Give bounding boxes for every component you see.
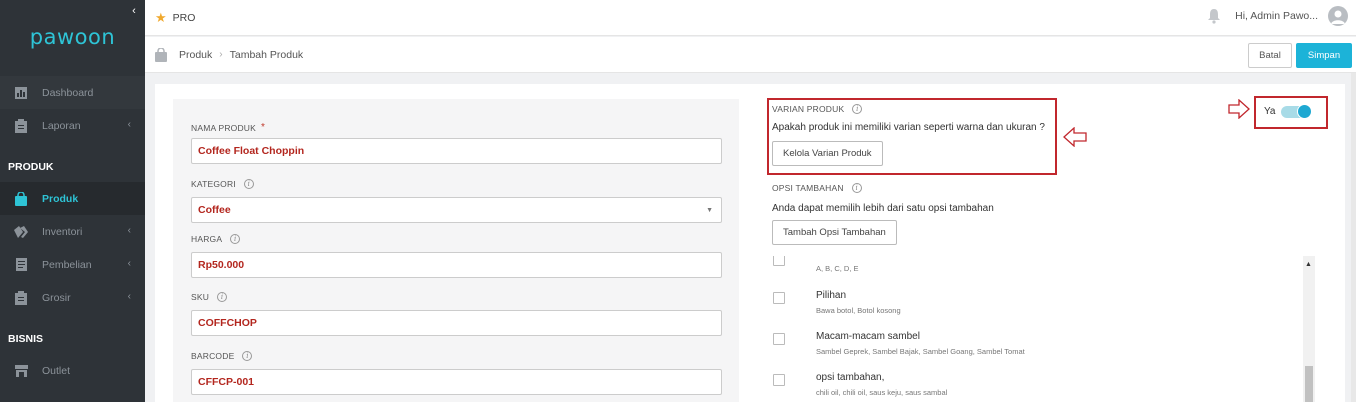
list-item: A, B, C, D, E	[770, 256, 1300, 280]
chevron-left-icon: ‹	[127, 258, 131, 269]
info-icon[interactable]: i	[852, 104, 863, 114]
barcode-label: BARCODE i	[191, 351, 253, 361]
chevron-right-icon: ›	[219, 49, 223, 60]
sidebar-item-label: Produk	[42, 192, 79, 205]
clipboard-icon	[14, 118, 28, 133]
variant-question: Apakah produk ini memiliki varian sepert…	[772, 122, 1045, 133]
sidebar: ‹ pawoon Dashboard Laporan ‹ PRODUK Prod…	[0, 0, 145, 402]
addon-list-scrollbar[interactable]: ▲	[1303, 256, 1315, 402]
addon-items: A, B, C, D, E	[816, 264, 859, 273]
breadcrumb-produk[interactable]: Produk	[179, 49, 212, 61]
cancel-button[interactable]: Batal	[1248, 43, 1292, 68]
page-scrollbar[interactable]	[1351, 73, 1356, 402]
avatar[interactable]	[1328, 6, 1348, 26]
document-icon	[14, 258, 28, 272]
shopping-bag-icon	[14, 191, 28, 206]
sidebar-item-outlet[interactable]: Outlet	[0, 354, 145, 387]
product-name-label: NAMA PRODUK *	[191, 122, 266, 133]
sidebar-item-label: Grosir	[42, 291, 71, 304]
product-form: NAMA PRODUK * Coffee Float Choppin KATEGO…	[155, 84, 1345, 402]
price-input[interactable]: Rp50.000	[191, 252, 722, 278]
breadcrumb: Produk › Tambah Produk	[179, 49, 303, 61]
info-icon[interactable]: i	[242, 351, 253, 361]
arrow-right-icon	[1228, 99, 1250, 119]
addon-checkbox[interactable]	[773, 333, 785, 345]
category-value: Coffee	[198, 204, 231, 216]
user-greeting[interactable]: Hi, Admin Pawo...	[1235, 10, 1318, 22]
chevron-left-icon: ‹	[127, 291, 131, 302]
addon-title: OPSI TAMBAHAN i	[772, 183, 862, 193]
sidebar-item-label: Pembelian	[42, 258, 92, 271]
sidebar-item-laporan[interactable]: Laporan ‹	[0, 109, 145, 142]
logo: pawoon	[29, 25, 116, 49]
list-item: Macam-macam sambel Sambel Geprek, Sambel…	[770, 329, 1300, 365]
addon-name: opsi tambahan,	[816, 372, 885, 383]
addon-options-list: A, B, C, D, E Pilihan Bawa botol, Botol …	[770, 256, 1315, 402]
section-bisnis: BISNIS	[8, 333, 44, 345]
variant-title: VARIAN PRODUK i	[772, 104, 863, 114]
shopping-bag-icon	[155, 47, 167, 62]
list-item: Pilihan Bawa botol, Botol kosong	[770, 288, 1300, 324]
list-item: opsi tambahan, chili oil, chili oil, sau…	[770, 370, 1300, 402]
addon-items: Bawa botol, Botol kosong	[816, 306, 901, 315]
plan-badge: ★ PRO	[155, 10, 195, 26]
info-icon[interactable]: i	[217, 292, 228, 302]
star-icon: ★	[155, 9, 167, 25]
info-icon[interactable]: i	[851, 183, 862, 193]
store-icon	[14, 364, 28, 378]
scroll-up-icon[interactable]: ▲	[1305, 261, 1312, 268]
tags-icon	[14, 225, 28, 239]
scrollbar-thumb[interactable]	[1305, 366, 1313, 402]
category-select[interactable]: Coffee ▼	[191, 197, 722, 223]
sidebar-item-label: Outlet	[42, 364, 71, 377]
sidebar-item-label: Inventori	[42, 225, 83, 238]
arrow-left-icon	[1063, 127, 1087, 147]
section-produk: PRODUK	[8, 161, 54, 173]
sidebar-item-dashboard[interactable]: Dashboard	[0, 76, 145, 109]
product-name-input[interactable]: Coffee Float Choppin	[191, 138, 722, 164]
plan-label: PRO	[172, 11, 196, 24]
chevron-left-icon: ‹	[127, 225, 131, 236]
breadcrumb-tambah-produk: Tambah Produk	[229, 48, 304, 61]
sidebar-item-label: Dashboard	[42, 86, 94, 99]
collapse-sidebar-icon[interactable]: ‹	[127, 4, 141, 18]
sidebar-item-pembelian[interactable]: Pembelian ‹	[0, 248, 145, 281]
price-label: HARGA i	[191, 234, 241, 244]
top-bar: ★ PRO Hi, Admin Pawo...	[145, 0, 1356, 36]
sku-input[interactable]: COFFCHOP	[191, 310, 722, 336]
clipboard-icon	[14, 290, 28, 305]
addon-name: Pilihan	[816, 290, 847, 301]
category-label: KATEGORI i	[191, 179, 254, 189]
manage-variant-button[interactable]: Kelola Varian Produk	[772, 141, 883, 166]
user-icon	[1331, 10, 1345, 24]
addon-checkbox[interactable]	[773, 292, 785, 304]
sidebar-item-label: Laporan	[42, 119, 81, 132]
sidebar-item-inventori[interactable]: Inventori ‹	[0, 215, 145, 248]
toggle-knob	[1297, 104, 1312, 119]
chevron-left-icon: ‹	[127, 119, 131, 130]
save-button[interactable]: Simpan	[1296, 43, 1352, 68]
sku-label: SKU i	[191, 292, 228, 302]
addon-checkbox[interactable]	[773, 256, 785, 266]
variant-toggle[interactable]	[1281, 104, 1312, 119]
bell-icon[interactable]	[1207, 8, 1221, 24]
addon-items: chili oil, chili oil, saus keju, saus sa…	[816, 388, 948, 397]
addon-items: Sambel Geprek, Sambel Bajak, Sambel Goan…	[816, 347, 1025, 356]
addon-checkbox[interactable]	[773, 374, 785, 386]
addon-name: Macam-macam sambel	[816, 331, 920, 342]
required-mark: *	[261, 122, 266, 133]
bar-chart-icon	[14, 86, 28, 100]
product-details-panel: NAMA PRODUK * Coffee Float Choppin KATEGO…	[173, 99, 739, 402]
addon-desc: Anda dapat memilih lebih dari satu opsi …	[772, 203, 994, 214]
sidebar-item-produk[interactable]: Produk	[0, 182, 145, 215]
sidebar-item-grosir[interactable]: Grosir ‹	[0, 281, 145, 314]
info-icon[interactable]: i	[230, 234, 241, 244]
info-icon[interactable]: i	[243, 179, 254, 189]
breadcrumb-bar: Produk › Tambah Produk Batal Simpan	[145, 37, 1356, 73]
barcode-input[interactable]: CFFCP-001	[191, 369, 722, 395]
logo-area: pawoon	[0, 0, 145, 76]
variant-toggle-label: Ya	[1264, 106, 1276, 117]
add-addon-button[interactable]: Tambah Opsi Tambahan	[772, 220, 897, 245]
caret-down-icon: ▼	[706, 207, 713, 214]
